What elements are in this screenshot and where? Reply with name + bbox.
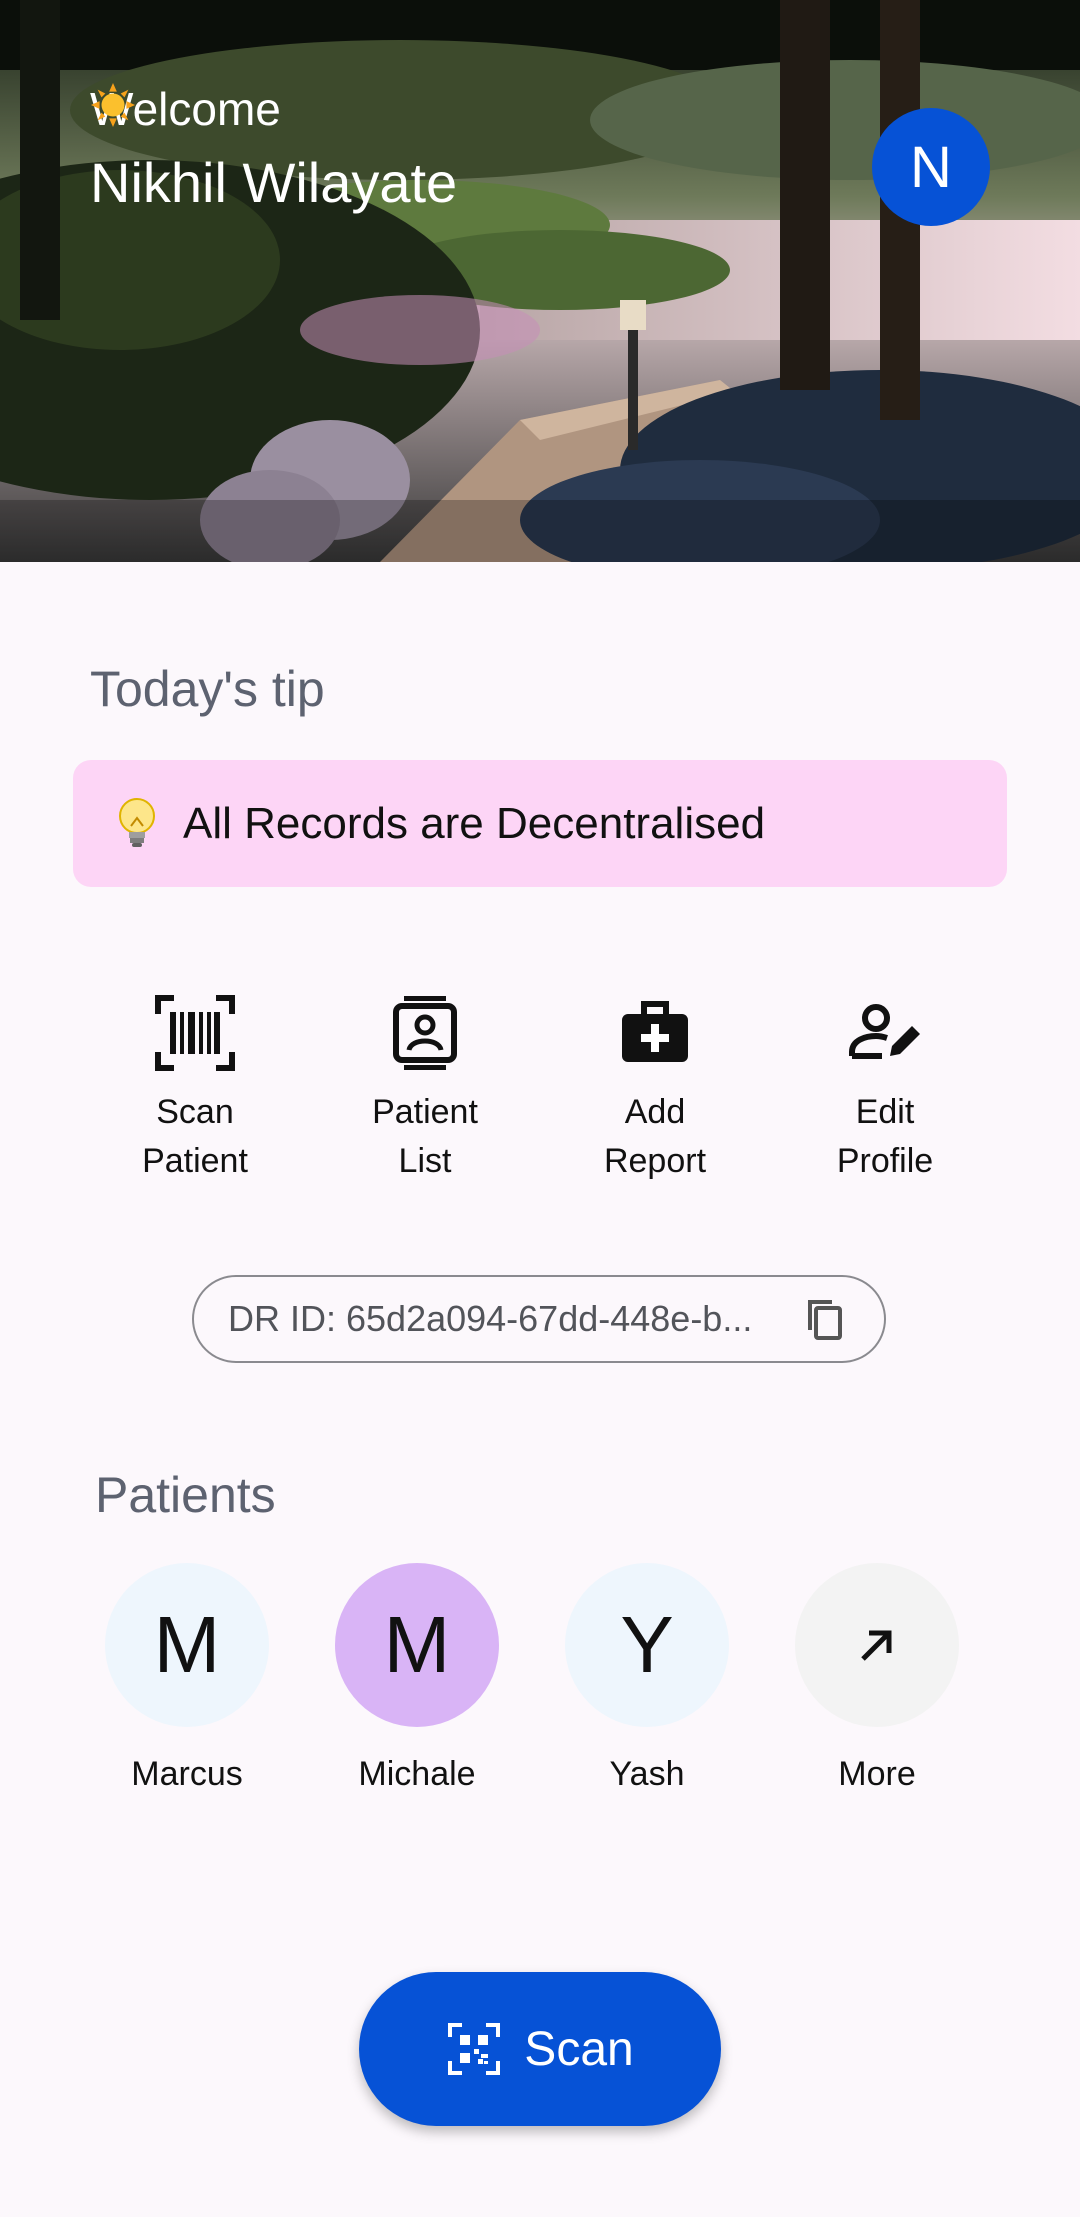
add-report-action[interactable]: Add Report [540,990,770,1190]
user-name: Nikhil Wilayate [90,151,458,214]
doctor-id-text: DR ID: 65d2a094-67dd-448e-b... [228,1298,753,1339]
header-banner: Welcome Nikhil Wilayate N [0,0,1080,562]
tip-section-title: Today's tip [90,661,325,717]
quick-actions: Scan Patient Patient List Add Report Edi… [80,990,1000,1190]
lightbulb-icon [119,797,155,847]
patient-name: Marcus [131,1755,243,1793]
welcome-greeting: Welcome [90,82,281,136]
sun-icon [90,82,136,128]
scan-patient-label: Scan Patient [142,1093,248,1180]
profile-avatar-button[interactable]: N [872,108,990,226]
patient-avatar: Y [565,1563,729,1727]
patient-name: Michale [358,1755,476,1793]
more-label: More [838,1755,916,1793]
scan-patient-action[interactable]: Scan Patient [80,990,310,1190]
patients-section-title: Patients [95,1467,276,1523]
patient-list-label: Patient List [372,1093,478,1180]
patient-avatar: M [105,1563,269,1727]
edit-profile-action[interactable]: Edit Profile [770,990,1000,1190]
patient-list-action[interactable]: Patient List [310,990,540,1190]
arrow-up-right-icon [861,1630,892,1661]
patient-michale[interactable]: M Michale [302,1563,532,1803]
patient-yash[interactable]: Y Yash [532,1563,762,1803]
edit-profile-icon [849,1004,920,1059]
barcode-scan-icon [155,995,235,1071]
scan-button-label: Scan [524,2022,634,2076]
copy-icon[interactable] [802,1296,848,1342]
more-circle [795,1563,959,1727]
patient-avatar: M [335,1563,499,1727]
edit-profile-label: Edit Profile [836,1093,934,1180]
doctor-id-chip[interactable]: DR ID: 65d2a094-67dd-448e-b... [192,1275,886,1363]
patients-row: M Marcus M Michale Y Yash More [72,1563,992,1803]
more-patients-button[interactable]: More [762,1563,992,1803]
tip-card: All Records are Decentralised [73,760,1007,887]
patient-marcus[interactable]: M Marcus [72,1563,302,1803]
patient-name: Yash [609,1755,685,1793]
qr-scan-icon [448,2023,501,2075]
add-report-label: Add Report [603,1093,707,1180]
avatar-initial: N [910,134,952,200]
contact-list-icon [393,996,457,1070]
tip-text: All Records are Decentralised [183,798,766,848]
medical-bag-icon [622,1001,688,1062]
scan-button[interactable]: Scan [359,1972,721,2126]
